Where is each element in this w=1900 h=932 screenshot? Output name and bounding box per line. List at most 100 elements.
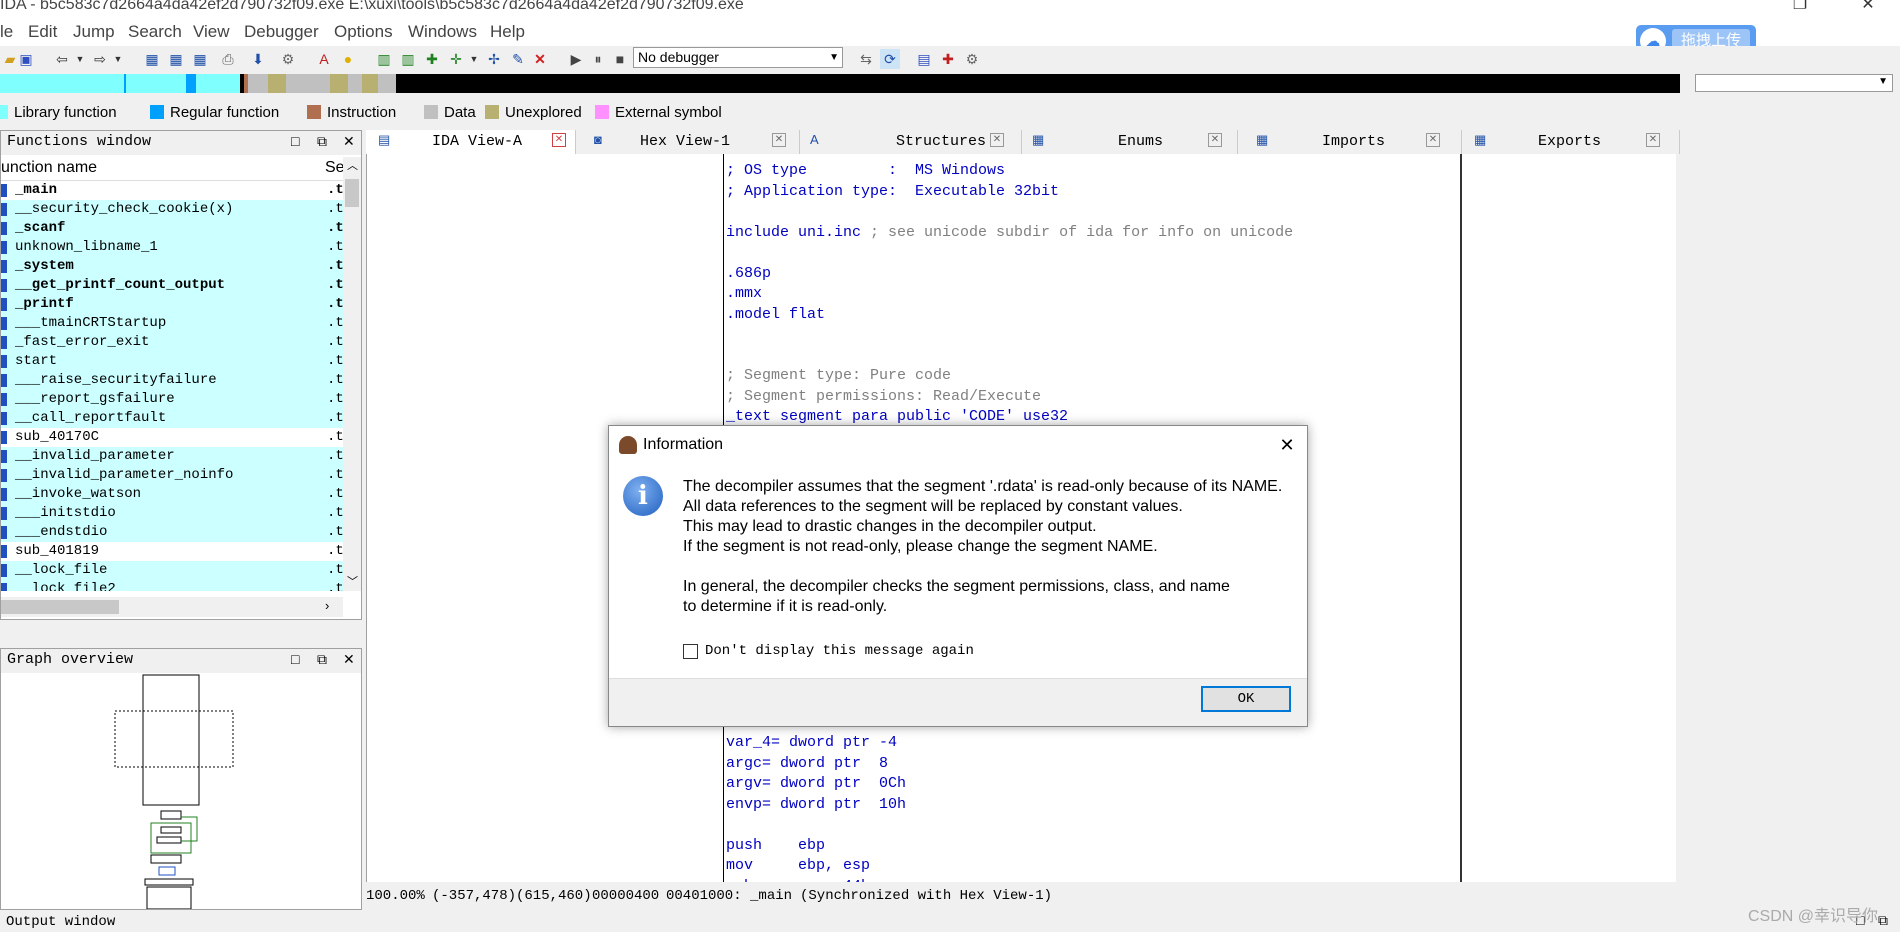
- scrollbar-thumb[interactable]: [345, 179, 359, 207]
- function-row[interactable]: _main .t: [1, 181, 343, 200]
- function-row[interactable]: __invoke_watson .t: [1, 485, 343, 504]
- navigation-combo[interactable]: ▼: [1695, 74, 1893, 92]
- graph-icon-2[interactable]: ▥: [398, 49, 418, 69]
- tools-icon[interactable]: ⚙: [278, 49, 298, 69]
- edit-icon[interactable]: ✎: [508, 49, 528, 69]
- code-line[interactable]: .model flat: [726, 306, 825, 323]
- function-row[interactable]: __call_reportfault .t: [1, 409, 343, 428]
- close-icon[interactable]: ✕: [1275, 434, 1299, 458]
- jump-down-icon[interactable]: ⬇: [248, 49, 268, 69]
- search-binary-icon[interactable]: ▦: [142, 49, 162, 69]
- search-text-icon[interactable]: ▦: [166, 49, 186, 69]
- menu-options[interactable]: Options: [334, 22, 393, 42]
- code-line[interactable]: mov ebp, esp: [726, 857, 870, 874]
- close-icon[interactable]: ✕: [552, 133, 566, 147]
- code-line[interactable]: ; Segment type: Pure code: [726, 367, 951, 384]
- column-header-segment[interactable]: Se: [325, 159, 345, 177]
- close-icon[interactable]: ✕: [343, 133, 355, 150]
- sync-icon[interactable]: ⟳: [880, 49, 900, 69]
- forward-dropdown-icon[interactable]: ▼: [108, 49, 128, 69]
- close-icon[interactable]: ✕: [343, 651, 355, 668]
- delete-icon[interactable]: ✕: [530, 49, 550, 69]
- strings-icon[interactable]: A: [314, 49, 334, 69]
- dont-display-label[interactable]: Don't display this message again: [705, 643, 974, 659]
- ok-button[interactable]: OK: [1201, 686, 1291, 712]
- close-icon[interactable]: ✕: [1426, 133, 1440, 147]
- function-row[interactable]: __invalid_parameter_noinfo .t: [1, 466, 343, 485]
- function-row[interactable]: ___raise_securityfailure .t: [1, 371, 343, 390]
- window-list-icon[interactable]: ▤: [914, 49, 934, 69]
- code-line[interactable]: ; Segment permissions: Read/Execute: [726, 388, 1041, 405]
- close-icon[interactable]: ✕: [990, 133, 1004, 147]
- tab-hex-view-1[interactable]: ◙ Hex View-1 ✕: [590, 130, 800, 154]
- function-row[interactable]: __lock_file2 .t: [1, 580, 343, 591]
- menu-file[interactable]: le: [0, 22, 13, 42]
- graph-icon-3[interactable]: ✚: [422, 49, 442, 69]
- run-icon[interactable]: ▶: [566, 49, 586, 69]
- search-imm-icon[interactable]: ▦: [190, 49, 210, 69]
- function-row[interactable]: _scanf .t: [1, 219, 343, 238]
- menu-search[interactable]: Search: [128, 22, 182, 42]
- float-icon[interactable]: ⧉: [1878, 914, 1888, 930]
- forward-icon[interactable]: ⇨: [90, 49, 110, 69]
- code-line[interactable]: ; OS type : MS Windows: [726, 162, 1005, 179]
- chevron-up-icon[interactable]: ︿: [347, 157, 358, 173]
- function-row[interactable]: unknown_libname_1 .t: [1, 238, 343, 257]
- graph-icon-1[interactable]: ▥: [374, 49, 394, 69]
- stop-icon[interactable]: ■: [610, 49, 630, 69]
- debugger-select[interactable]: No debugger ▼: [633, 47, 843, 68]
- close-icon[interactable]: ✕: [1646, 133, 1660, 147]
- menu-jump[interactable]: Jump: [73, 22, 115, 42]
- code-line[interactable]: var_4= dword ptr -4: [726, 734, 897, 751]
- code-line[interactable]: _text segment para public 'CODE' use32: [726, 408, 1068, 425]
- function-row[interactable]: start .t: [1, 352, 343, 371]
- back-icon[interactable]: ⇦: [52, 49, 72, 69]
- restore-icon[interactable]: ❐: [1780, 0, 1820, 14]
- function-row[interactable]: ___initstdio .t: [1, 504, 343, 523]
- settings-icon[interactable]: ⚙: [962, 49, 982, 69]
- code-line[interactable]: include uni.inc ; see unicode subdir of …: [726, 224, 1293, 241]
- find-icon[interactable]: ●: [338, 49, 358, 69]
- close-icon[interactable]: ✕: [772, 133, 786, 147]
- minimize-icon[interactable]: □: [291, 651, 299, 667]
- code-line[interactable]: .686p: [726, 265, 771, 282]
- tab-enums[interactable]: ▦ Enums ✕: [1032, 130, 1238, 154]
- back-dropdown-icon[interactable]: ▼: [70, 49, 90, 69]
- xref-icon[interactable]: ✢: [484, 49, 504, 69]
- menu-edit[interactable]: Edit: [28, 22, 57, 42]
- float-icon[interactable]: ⧉: [317, 133, 327, 150]
- function-row[interactable]: __lock_file .t: [1, 561, 343, 580]
- code-line[interactable]: ; Application type: Executable 32bit: [726, 183, 1059, 200]
- minimize-icon[interactable]: □: [291, 133, 299, 149]
- code-line[interactable]: push ebp: [726, 837, 825, 854]
- print-icon[interactable]: ⎙: [218, 49, 238, 69]
- function-row[interactable]: _fast_error_exit .t: [1, 333, 343, 352]
- chevron-down-icon[interactable]: ﹀: [347, 573, 358, 589]
- pause-icon[interactable]: ⏸: [588, 49, 608, 69]
- close-window-icon[interactable]: ✕: [1848, 0, 1888, 14]
- menu-debugger[interactable]: Debugger: [244, 22, 319, 42]
- menu-help[interactable]: Help: [490, 22, 525, 42]
- graph-dropdown-icon[interactable]: ▼: [464, 49, 484, 69]
- tab-imports[interactable]: ▦ Imports ✕: [1256, 130, 1462, 154]
- function-row[interactable]: ___report_gsfailure .t: [1, 390, 343, 409]
- code-line[interactable]: envp= dword ptr 10h: [726, 796, 906, 813]
- function-row[interactable]: sub_401819 .t: [1, 542, 343, 561]
- function-row[interactable]: sub_40170C .t: [1, 428, 343, 447]
- chevron-right-icon[interactable]: ›: [325, 598, 329, 613]
- navigation-band[interactable]: [0, 74, 1680, 93]
- float-icon[interactable]: ⧉: [317, 651, 327, 668]
- code-line[interactable]: sub esp, 44h: [726, 878, 870, 883]
- graph-icon-4[interactable]: ✛: [446, 49, 466, 69]
- scrollbar-thumb[interactable]: [1, 600, 119, 614]
- close-icon[interactable]: ✕: [1208, 133, 1222, 147]
- function-row[interactable]: __get_printf_count_output .t: [1, 276, 343, 295]
- save-icon[interactable]: ▣: [16, 49, 36, 69]
- code-line[interactable]: argv= dword ptr 0Ch: [726, 775, 906, 792]
- function-row[interactable]: ___tmainCRTStartup .t: [1, 314, 343, 333]
- functions-vertical-scrollbar[interactable]: ︿ ﹀: [343, 157, 361, 591]
- tab-structures[interactable]: A Structures ✕: [810, 130, 1022, 154]
- function-row[interactable]: ___endstdio .t: [1, 523, 343, 542]
- column-header-name[interactable]: unction name: [1, 159, 97, 177]
- function-row[interactable]: __invalid_parameter .t: [1, 447, 343, 466]
